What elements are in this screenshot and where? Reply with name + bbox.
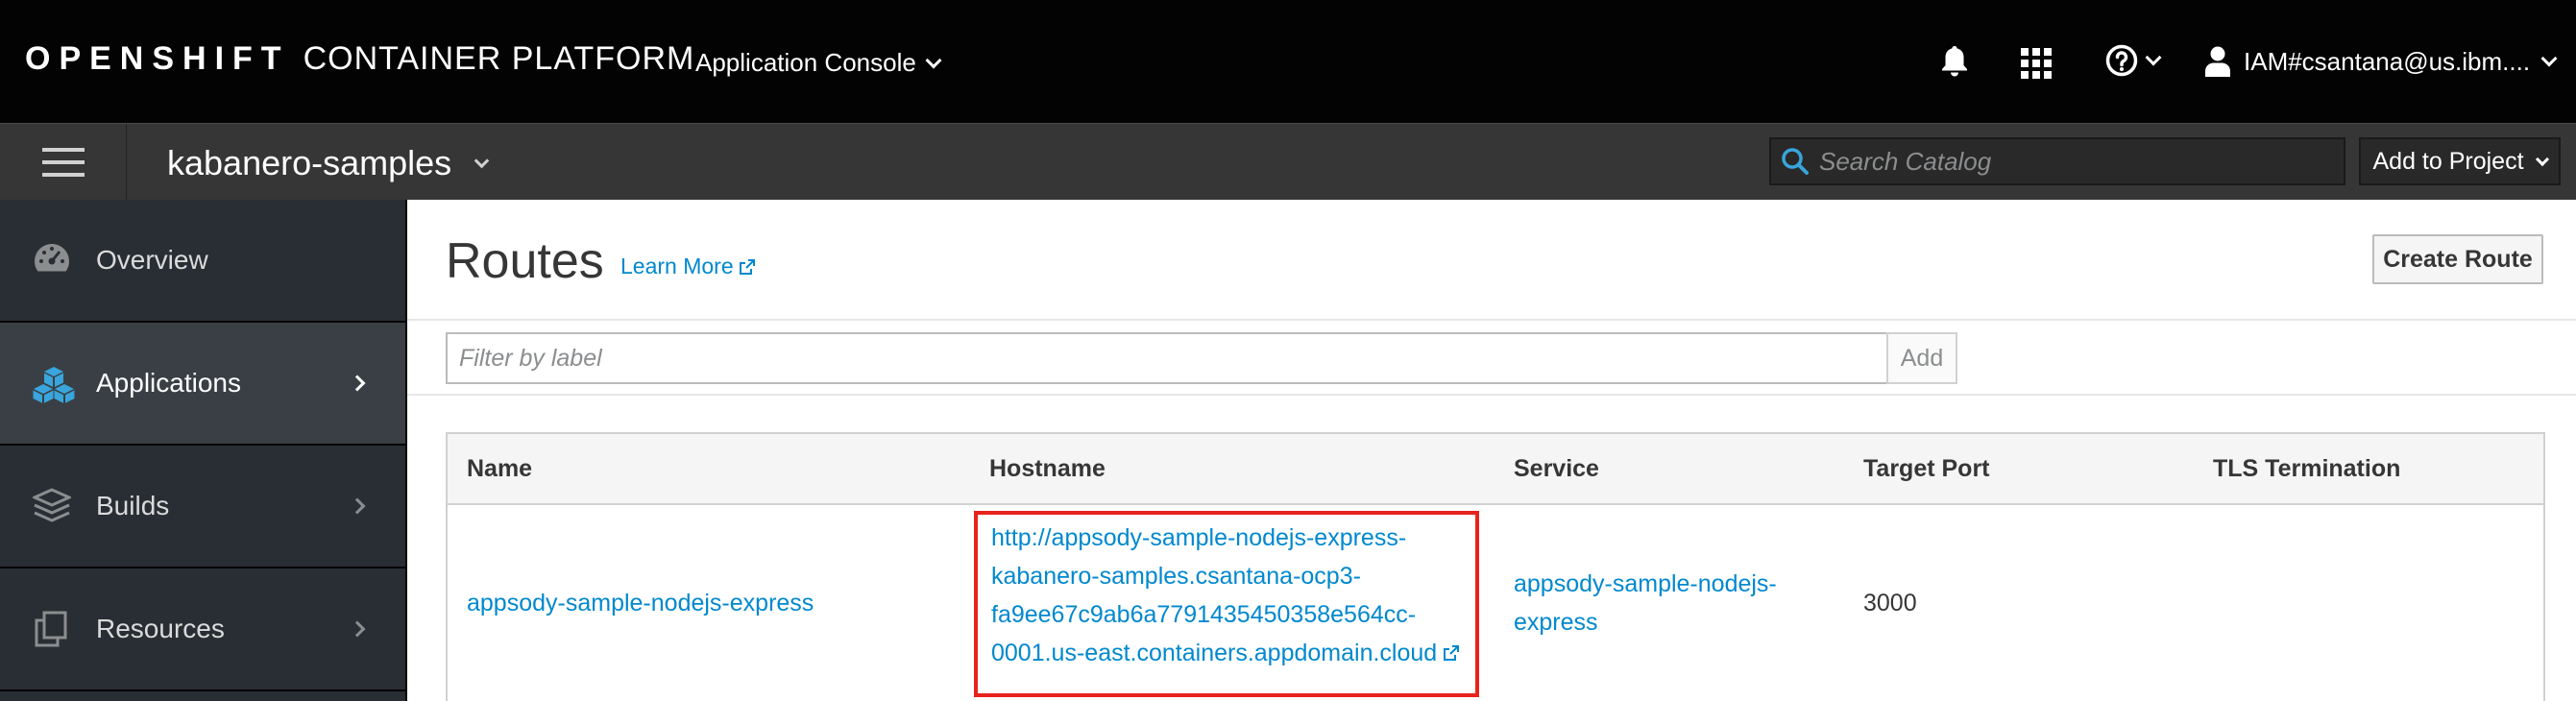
sidebar-item-builds[interactable]: Builds	[0, 446, 405, 568]
add-to-project-button[interactable]: Add to Project	[2359, 137, 2561, 185]
search-icon	[1782, 148, 1809, 175]
sidebar-item-applications[interactable]: Applications	[0, 323, 405, 446]
service-line: appsody-sample-nodejs-	[1514, 570, 1777, 597]
search-catalog-input[interactable]	[1819, 146, 2319, 177]
dashboard-icon	[35, 244, 70, 272]
sidebar-item-label: Builds	[96, 491, 170, 520]
main-content: Routes Learn More Create Route Add Name …	[407, 200, 2576, 701]
search-catalog[interactable]	[1769, 137, 2345, 185]
user-icon	[2205, 46, 2230, 77]
divider	[407, 319, 2576, 321]
cubes-icon	[33, 367, 75, 403]
sidebar-item-label: Applications	[96, 368, 241, 398]
project-name: kabanero-samples	[167, 143, 452, 182]
route-hostname-link[interactable]: http://appsody-sample-nodejs-express- ka…	[991, 519, 1481, 672]
divider	[407, 394, 2576, 396]
project-bar: kabanero-samples Add to Project	[0, 123, 2576, 201]
chevron-down-icon	[2535, 152, 2549, 166]
column-header-target-port[interactable]: Target Port	[1863, 455, 1990, 483]
filter-input[interactable]	[448, 334, 1886, 382]
chevron-down-icon	[2145, 49, 2162, 66]
brand-container-platform: CONTAINER PLATFORM	[303, 40, 695, 77]
routes-table: Name Hostname Service Target Port TLS Te…	[446, 432, 2545, 701]
sidebar-nav: Overview Applications Builds Resources	[0, 200, 407, 701]
chevron-down-icon	[2540, 50, 2558, 67]
app-launcher-grid-icon[interactable]	[2021, 48, 2052, 84]
add-filter-button[interactable]: Add	[1886, 332, 1957, 384]
filter-by-label-field[interactable]	[446, 332, 1888, 384]
chevron-down-icon	[925, 52, 942, 68]
help-dropdown[interactable]	[2105, 44, 2162, 77]
hostname-highlight-box: http://appsody-sample-nodejs-express- ka…	[974, 511, 1479, 697]
copy-icon	[35, 611, 67, 647]
masthead: OPENSHIFT CONTAINER PLATFORM Application …	[0, 0, 2576, 123]
column-header-name[interactable]: Name	[467, 455, 532, 483]
hostname-line-last: 0001.us-east.containers.appdomain.cloud	[991, 634, 1481, 672]
hostname-line: 0001.us-east.containers.appdomain.cloud	[991, 640, 1438, 666]
application-console-label: Application Console	[695, 48, 916, 77]
layers-icon	[33, 488, 71, 522]
help-icon	[2105, 44, 2138, 77]
chevron-down-icon	[474, 153, 490, 168]
route-name-link[interactable]: appsody-sample-nodejs-express	[467, 584, 814, 622]
column-header-tls-termination[interactable]: TLS Termination	[2213, 455, 2400, 483]
learn-more-link[interactable]: Learn More	[620, 254, 755, 279]
sidebar-item-label: Overview	[96, 245, 208, 275]
add-to-project-label: Add to Project	[2372, 147, 2524, 175]
column-header-hostname[interactable]: Hostname	[989, 455, 1106, 483]
external-link-icon	[739, 258, 755, 275]
table-row: appsody-sample-nodejs-express http://app…	[448, 505, 2543, 701]
create-route-button[interactable]: Create Route	[2372, 234, 2543, 284]
chevron-right-icon	[349, 375, 366, 392]
notification-bell-icon[interactable]	[1940, 44, 1969, 82]
project-selector[interactable]: kabanero-samples	[167, 143, 490, 183]
page-title: Routes	[446, 233, 604, 289]
brand-logo[interactable]: OPENSHIFT CONTAINER PLATFORM	[25, 40, 694, 78]
chevron-right-icon	[349, 497, 366, 515]
hostname-line: kabanero-samples.csantana-ocp3-	[991, 563, 1361, 590]
target-port-value: 3000	[1863, 590, 1917, 616]
service-line: express	[1514, 609, 1598, 636]
column-header-service[interactable]: Service	[1514, 455, 1599, 483]
hostname-line: http://appsody-sample-nodejs-express-	[991, 524, 1407, 551]
external-link-icon	[1444, 645, 1460, 661]
chevron-right-icon	[349, 620, 366, 638]
learn-more-label: Learn More	[620, 254, 734, 278]
hostname-line: fa9ee67c9ab6a7791435450358e564cc-	[991, 601, 1417, 628]
sidebar-item-resources[interactable]: Resources	[0, 568, 405, 691]
brand-openshift: OPENSHIFT	[25, 40, 290, 77]
table-header: Name Hostname Service Target Port TLS Te…	[448, 434, 2543, 505]
user-name: IAM#csantana@us.ibm....	[2244, 46, 2531, 76]
user-menu-dropdown[interactable]: IAM#csantana@us.ibm....	[2205, 46, 2558, 77]
service-link[interactable]: appsody-sample-nodejs- express	[1514, 565, 1777, 641]
hamburger-menu-icon[interactable]	[0, 124, 127, 201]
sidebar-item-overview[interactable]: Overview	[0, 200, 405, 323]
application-console-dropdown[interactable]: Application Console	[695, 48, 942, 78]
sidebar-item-label: Resources	[96, 614, 225, 643]
